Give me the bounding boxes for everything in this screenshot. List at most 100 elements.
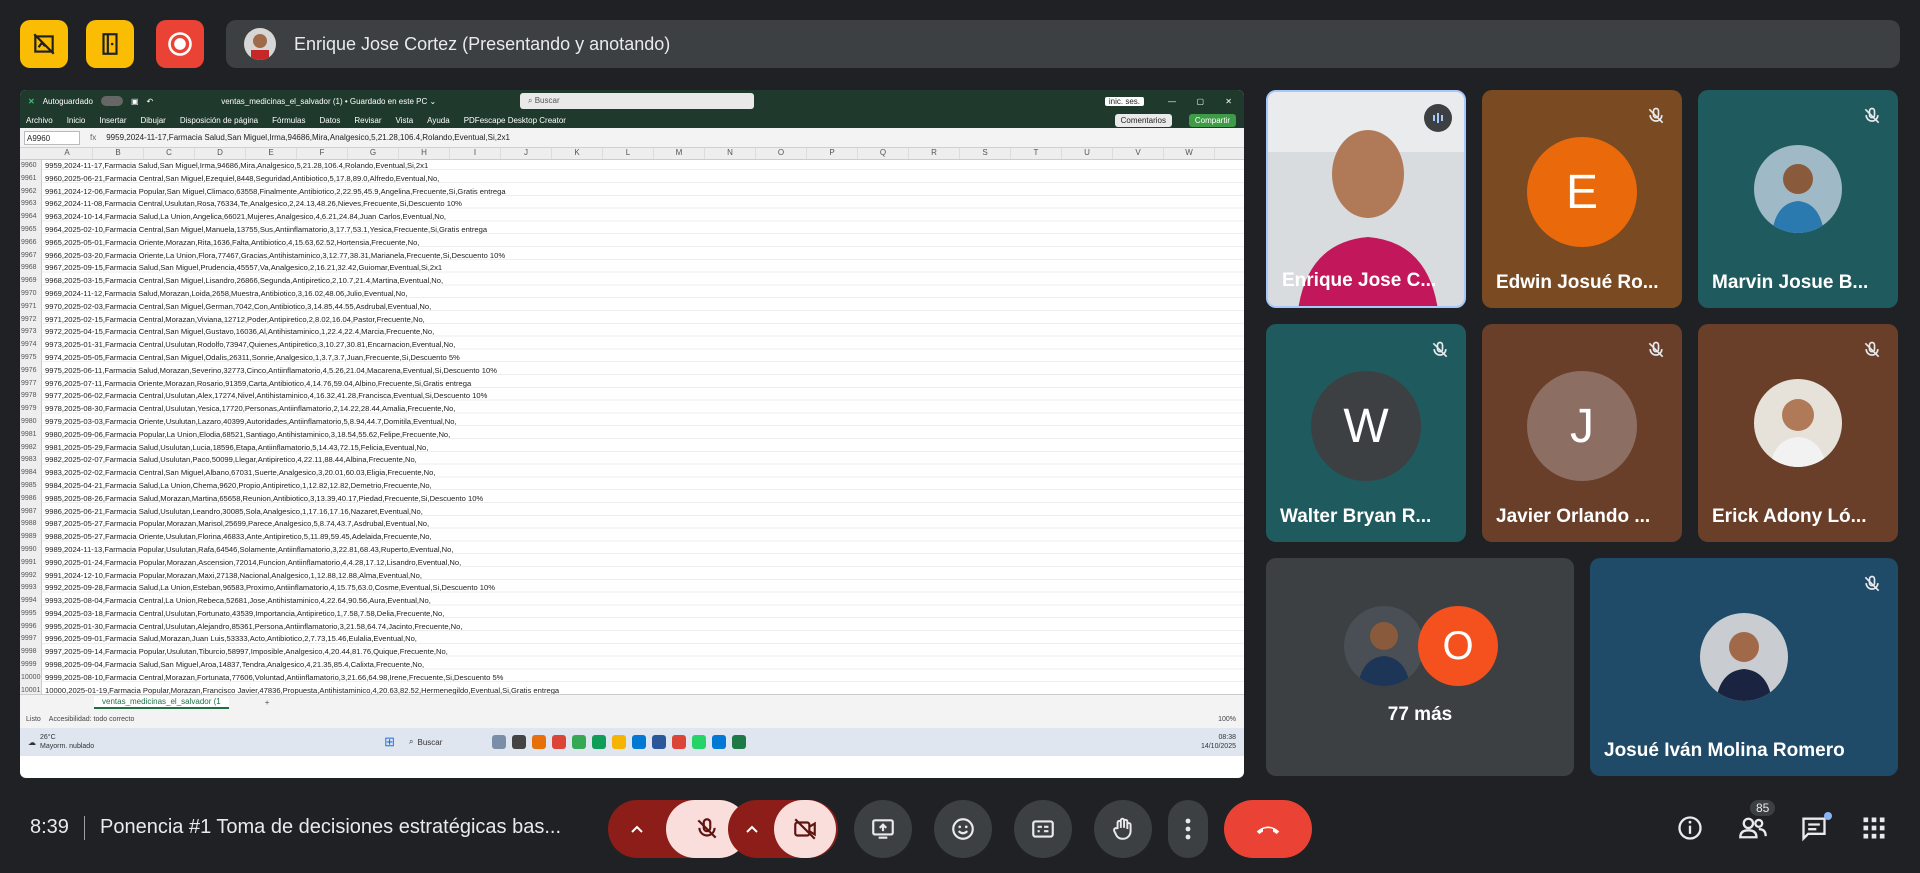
cell-value[interactable]: 9973,2025-01-31,Farmacia Central,Usuluta… xyxy=(42,339,455,352)
menu-formulas[interactable]: Fórmulas xyxy=(272,116,305,125)
app-icon[interactable] xyxy=(492,735,507,749)
column-header[interactable]: V xyxy=(1113,148,1164,159)
table-row[interactable]: 9987 9986,2025-06-21,Farmacia Salud,Usulu… xyxy=(20,505,1244,519)
excel-search-input[interactable]: ⌕ Buscar xyxy=(520,93,754,109)
row-number[interactable]: 10000 xyxy=(20,671,42,685)
cell-value[interactable]: 9970,2025-02-03,Farmacia Central,San Mig… xyxy=(42,301,431,314)
cell-value[interactable]: 9978,2025-08-30,Farmacia Central,Usuluta… xyxy=(42,403,455,416)
column-header[interactable]: L xyxy=(603,148,654,159)
comments-button[interactable]: Comentarios xyxy=(1114,114,1172,127)
column-header[interactable]: W xyxy=(1164,148,1215,159)
menu-datos[interactable]: Datos xyxy=(319,116,340,125)
row-number[interactable]: 9991 xyxy=(20,556,42,570)
row-number[interactable]: 9979 xyxy=(20,403,42,416)
store-icon[interactable] xyxy=(632,735,647,749)
table-row[interactable]: 9966 9965,2025-05-01,Farmacia Oriente,Mor… xyxy=(20,236,1244,250)
cell-value[interactable]: 9995,2025-01-30,Farmacia Central,Usuluta… xyxy=(42,621,463,634)
mic-options-button[interactable] xyxy=(608,800,666,858)
column-header[interactable]: A xyxy=(42,148,93,159)
participant-tile-erick[interactable]: Erick Adony Ló... xyxy=(1698,324,1898,542)
cell-value[interactable]: 9987,2025-05-27,Farmacia Popular,Morazan… xyxy=(42,518,429,531)
column-header[interactable]: D xyxy=(195,148,246,159)
participant-tile-javier[interactable]: J Javier Orlando ... xyxy=(1482,324,1682,542)
table-row[interactable]: 9976 9975,2025-06-11,Farmacia Salud,Moraz… xyxy=(20,364,1244,378)
hide-annotation-button[interactable] xyxy=(20,20,68,68)
door-button[interactable] xyxy=(86,20,134,68)
undo-icon[interactable]: ↶ xyxy=(147,97,154,106)
table-row[interactable]: 9990 9989,2024-11-13,Farmacia Popular,Usu… xyxy=(20,543,1244,557)
column-header[interactable]: K xyxy=(552,148,603,159)
row-number[interactable]: 9984 xyxy=(20,467,42,480)
table-row[interactable]: 9967 9966,2025-03-20,Farmacia Oriente,La … xyxy=(20,249,1244,263)
table-row[interactable]: 9970 9969,2024-11-12,Farmacia Salud,Moraz… xyxy=(20,287,1244,301)
sheet-tab[interactable]: ventas_medicinas_el_salvador (1 xyxy=(94,696,229,709)
row-number[interactable]: 9988 xyxy=(20,518,42,532)
column-header[interactable]: U xyxy=(1062,148,1113,159)
cell-value[interactable]: 9991,2024-12-10,Farmacia Popular,Morazan… xyxy=(42,570,422,583)
table-row[interactable]: 9971 9970,2025-02-03,Farmacia Central,San… xyxy=(20,300,1244,314)
menu-revisar[interactable]: Revisar xyxy=(354,116,381,125)
chrome-icon[interactable] xyxy=(572,735,587,749)
row-number[interactable]: 9990 xyxy=(20,543,42,557)
row-number[interactable]: 9985 xyxy=(20,479,42,493)
row-number[interactable]: 9974 xyxy=(20,339,42,352)
table-row[interactable]: 9975 9974,2025-05-05,Farmacia Central,San… xyxy=(20,351,1244,365)
cell-value[interactable]: 9963,2024-10-14,Farmacia Salud,La Union,… xyxy=(42,211,446,224)
table-row[interactable]: 9960 9959,2024-11-17,Farmacia Salud,San M… xyxy=(20,160,1244,173)
column-header[interactable]: S xyxy=(960,148,1011,159)
maximize-icon[interactable]: ▢ xyxy=(1196,97,1204,106)
column-header[interactable]: O xyxy=(756,148,807,159)
row-number[interactable]: 9997 xyxy=(20,633,42,647)
row-number[interactable]: 9992 xyxy=(20,569,42,583)
cell-value[interactable]: 9960,2025-06-21,Farmacia Central,San Mig… xyxy=(42,173,439,186)
column-header[interactable]: R xyxy=(909,148,960,159)
menu-vista[interactable]: Vista xyxy=(396,116,414,125)
cell-value[interactable]: 9966,2025-03-20,Farmacia Oriente,La Unio… xyxy=(42,250,505,263)
app-icon[interactable] xyxy=(532,735,547,749)
row-number[interactable]: 9995 xyxy=(20,607,42,621)
row-number[interactable]: 9996 xyxy=(20,620,42,634)
name-box[interactable]: A9960 xyxy=(24,130,80,145)
row-number[interactable]: 9993 xyxy=(20,582,42,596)
app-icon[interactable] xyxy=(512,735,527,749)
close-icon[interactable]: ✕ xyxy=(1225,97,1232,106)
cell-value[interactable]: 9971,2025-02-15,Farmacia Central,Morazan… xyxy=(42,314,425,327)
add-sheet-icon[interactable]: + xyxy=(265,698,270,707)
captions-button[interactable] xyxy=(1014,800,1072,858)
table-row[interactable]: 9984 9983,2025-02-02,Farmacia Central,San… xyxy=(20,467,1244,480)
zoom-level[interactable]: 100% xyxy=(1218,716,1236,723)
participant-tile-marvin[interactable]: Marvin Josue B... xyxy=(1698,90,1898,308)
row-number[interactable]: 9970 xyxy=(20,287,42,301)
cell-value[interactable]: 9969,2024-11-12,Farmacia Salud,Morazan,L… xyxy=(42,288,407,301)
cell-value[interactable]: 9983,2025-02-02,Farmacia Central,San Mig… xyxy=(42,467,436,480)
table-row[interactable]: 9977 9976,2025-07-11,Farmacia Oriente,Mor… xyxy=(20,377,1244,391)
row-number[interactable]: 9976 xyxy=(20,364,42,378)
table-row[interactable]: 9991 9990,2025-01-24,Farmacia Popular,Mor… xyxy=(20,556,1244,570)
table-row[interactable]: 9973 9972,2025-04-15,Farmacia Central,San… xyxy=(20,326,1244,340)
cell-value[interactable]: 9976,2025-07-11,Farmacia Oriente,Morazan… xyxy=(42,378,471,391)
cell-value[interactable]: 9994,2025-03-18,Farmacia Central,Usuluta… xyxy=(42,608,444,621)
cell-value[interactable]: 9962,2024-11-08,Farmacia Central,Usuluta… xyxy=(42,198,462,211)
column-header[interactable]: M xyxy=(654,148,705,159)
stop-presenting-button[interactable] xyxy=(156,20,204,68)
accessibility-status[interactable]: Accesibilidad: todo correcto xyxy=(49,716,135,723)
cell-value[interactable]: 9997,2025-09-14,Farmacia Popular,Usuluta… xyxy=(42,646,448,659)
menu-archivo[interactable]: Archivo xyxy=(26,116,53,125)
table-row[interactable]: 9999 9998,2025-09-04,Farmacia Salud,San M… xyxy=(20,659,1244,672)
cell-value[interactable]: 9988,2025-05-27,Farmacia Oriente,Usuluta… xyxy=(42,531,432,544)
mail-icon[interactable] xyxy=(712,735,727,749)
column-header[interactable]: H xyxy=(399,148,450,159)
menu-inicio[interactable]: Inicio xyxy=(67,116,86,125)
row-number[interactable]: 9966 xyxy=(20,236,42,250)
cell-value[interactable]: 9972,2025-04-15,Farmacia Central,San Mig… xyxy=(42,326,434,339)
menu-disposicion[interactable]: Disposición de página xyxy=(180,116,258,125)
column-header[interactable]: G xyxy=(348,148,399,159)
table-row[interactable]: 9962 9961,2024-12-06,Farmacia Popular,San… xyxy=(20,185,1244,199)
folder-icon[interactable] xyxy=(612,735,627,749)
present-screen-button[interactable] xyxy=(854,800,912,858)
row-number[interactable]: 9994 xyxy=(20,595,42,608)
windows-start-icon[interactable]: ⊞ xyxy=(384,734,395,750)
people-button[interactable]: 85 xyxy=(1738,800,1776,847)
chrome-icon[interactable] xyxy=(552,735,567,749)
more-options-button[interactable] xyxy=(1168,800,1208,858)
